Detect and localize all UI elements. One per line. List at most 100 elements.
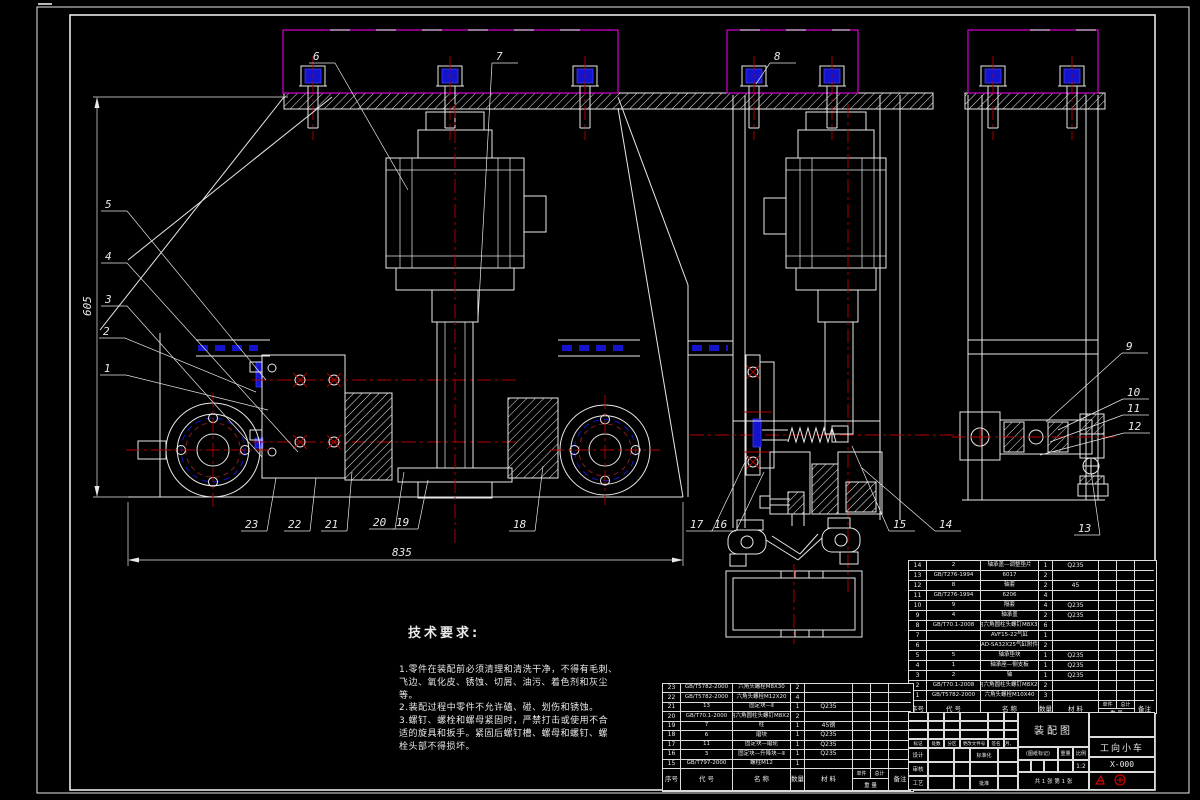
bom-cell: 2 <box>1039 611 1053 621</box>
svg-text:1: 1 <box>104 362 111 375</box>
bom-cell: 22 <box>663 693 681 703</box>
bom-cell <box>1099 661 1117 671</box>
sig-label <box>970 762 998 776</box>
bom-row: 19 7 柱 1 45钢 <box>663 721 913 732</box>
bom-cell: GB/T797-2000 <box>681 759 733 769</box>
bom-cell <box>871 721 889 732</box>
mark-box-2 <box>1031 760 1044 772</box>
bom-cell: 隔套 <box>981 601 1039 611</box>
bom-cell: 1 <box>1039 671 1053 681</box>
bom-cell: AD-SA32X25气缸附件 <box>981 641 1039 651</box>
bom-cell: 15 <box>663 759 681 769</box>
bom-cell <box>871 740 889 751</box>
bom-cell: 1 <box>927 661 981 671</box>
company-cell <box>1089 712 1155 737</box>
bom-cell <box>1135 671 1154 681</box>
bom-cell <box>1117 691 1135 701</box>
revision-cell <box>908 721 928 730</box>
bom-cell: 固定块—升降块—Ⅱ <box>733 750 791 760</box>
approval-stamp-icon <box>1094 774 1126 786</box>
bom-cell: 6 <box>1039 621 1053 631</box>
bom-cell <box>1117 601 1135 611</box>
dimension-width: 835 <box>127 502 684 566</box>
bom-cell: GB/T5782-2000 <box>681 693 733 703</box>
bom-row: 17 11 固定块—磨轮 1 Q235 <box>663 740 913 751</box>
bom-cell: 材 料 <box>805 768 853 791</box>
svg-text:13: 13 <box>1078 522 1091 535</box>
revision-header-doc: 更改文件号 <box>960 739 988 748</box>
bom-cell: 固定块—磨轮 <box>733 740 791 751</box>
threaded-hole <box>292 372 308 388</box>
svg-text:22: 22 <box>288 518 302 531</box>
bom-cell: 14 <box>909 561 927 571</box>
bom-cell: 10 <box>909 601 927 611</box>
bom-row: 8 GB/T70.1-2008 内六角圆柱头螺钉M8X35 6 <box>909 621 1156 631</box>
svg-text:16: 16 <box>714 518 728 531</box>
bom-cell: 六角头螺栓M12X20 <box>733 693 791 703</box>
bom-cell <box>1099 641 1117 651</box>
rear-view <box>952 95 1115 501</box>
bom-cell: 6 <box>909 641 927 651</box>
bom-header-sub: 总计 <box>1117 701 1134 709</box>
bom-row: 13 GB/T276-1994 6017 2 <box>909 571 1156 581</box>
bom-cell: AVF15-22气缸 <box>981 631 1039 641</box>
svg-text:23: 23 <box>245 518 258 531</box>
sig-label: 工艺 <box>908 776 928 790</box>
bom-cell <box>1135 621 1154 631</box>
bom-cell <box>805 684 853 694</box>
bom-cell: 3 <box>1039 691 1053 701</box>
revision-cell <box>960 712 988 721</box>
bom-cell: 16 <box>663 750 681 760</box>
front-view <box>99 96 689 545</box>
bom-cell: 17 <box>663 740 681 751</box>
mark-box-1 <box>1018 760 1031 772</box>
bom-cell: 20 <box>663 712 681 722</box>
bom-cell <box>853 693 871 703</box>
svg-text:3: 3 <box>104 293 112 306</box>
bom-cell <box>871 702 889 713</box>
bom-cell: 6206 <box>981 591 1039 601</box>
tech-requirement-line: 等。 <box>399 690 419 701</box>
bom-cell: Q235 <box>1053 651 1099 661</box>
svg-text:5: 5 <box>105 198 112 211</box>
bom-cell <box>1053 681 1099 691</box>
bom-row: 7 AVF15-22气缸 1 <box>909 631 1156 641</box>
callout-5: 5 <box>101 198 267 381</box>
bom-cell <box>1053 591 1099 601</box>
callout-22: 22 <box>284 477 317 532</box>
bom-cell <box>1053 571 1099 581</box>
frame-box-side <box>726 29 859 94</box>
bom-cell: 内六角圆柱头螺钉M8X35 <box>981 621 1039 631</box>
svg-text:9: 9 <box>1126 340 1133 353</box>
bom-cell: 内六角圆柱头螺钉M8X25 <box>733 712 791 722</box>
bom-cell: 3 <box>681 750 733 760</box>
tech-requirement-line: 3.螺钉、螺栓和螺母紧固时，严禁打击或使用不合 <box>399 716 609 727</box>
svg-text:21: 21 <box>325 518 338 531</box>
bom-cell: 代 号 <box>681 768 733 791</box>
revision-cell <box>928 730 944 739</box>
sig-cell <box>954 748 970 762</box>
bom-cell: 21 <box>663 702 681 713</box>
bom-cell <box>1099 671 1117 681</box>
bom-cell: GB/T5782-2000 <box>927 691 981 701</box>
revision-cell <box>1004 721 1018 730</box>
callout-14: 14 <box>861 467 961 532</box>
sig-cell <box>928 776 954 790</box>
threaded-hole <box>326 434 342 450</box>
sig-cell <box>998 776 1018 790</box>
bom-cell: 7 <box>909 631 927 641</box>
revision-cell <box>944 730 960 739</box>
bom-cell: 1 <box>791 740 805 751</box>
bom-cell: 18 <box>663 731 681 741</box>
bom-cell <box>853 684 871 694</box>
bom-cell: 轴承盖 <box>981 611 1039 621</box>
bom-cell: GB/T276-1994 <box>927 591 981 601</box>
bom-cell <box>1099 631 1117 641</box>
revision-header-sign: 签名 <box>988 739 1004 748</box>
callout-21: 21 <box>321 471 353 532</box>
bom-cell: 1 <box>791 721 805 732</box>
bom-cell: 磨块 <box>733 731 791 741</box>
bom-row: 21 13 固定块—Ⅱ 1 Q235 <box>663 702 913 713</box>
bom-cell <box>853 740 871 751</box>
bom-row: 2 GB/T70.1-2008 内六角圆柱头螺钉M8X20 2 <box>909 681 1156 691</box>
